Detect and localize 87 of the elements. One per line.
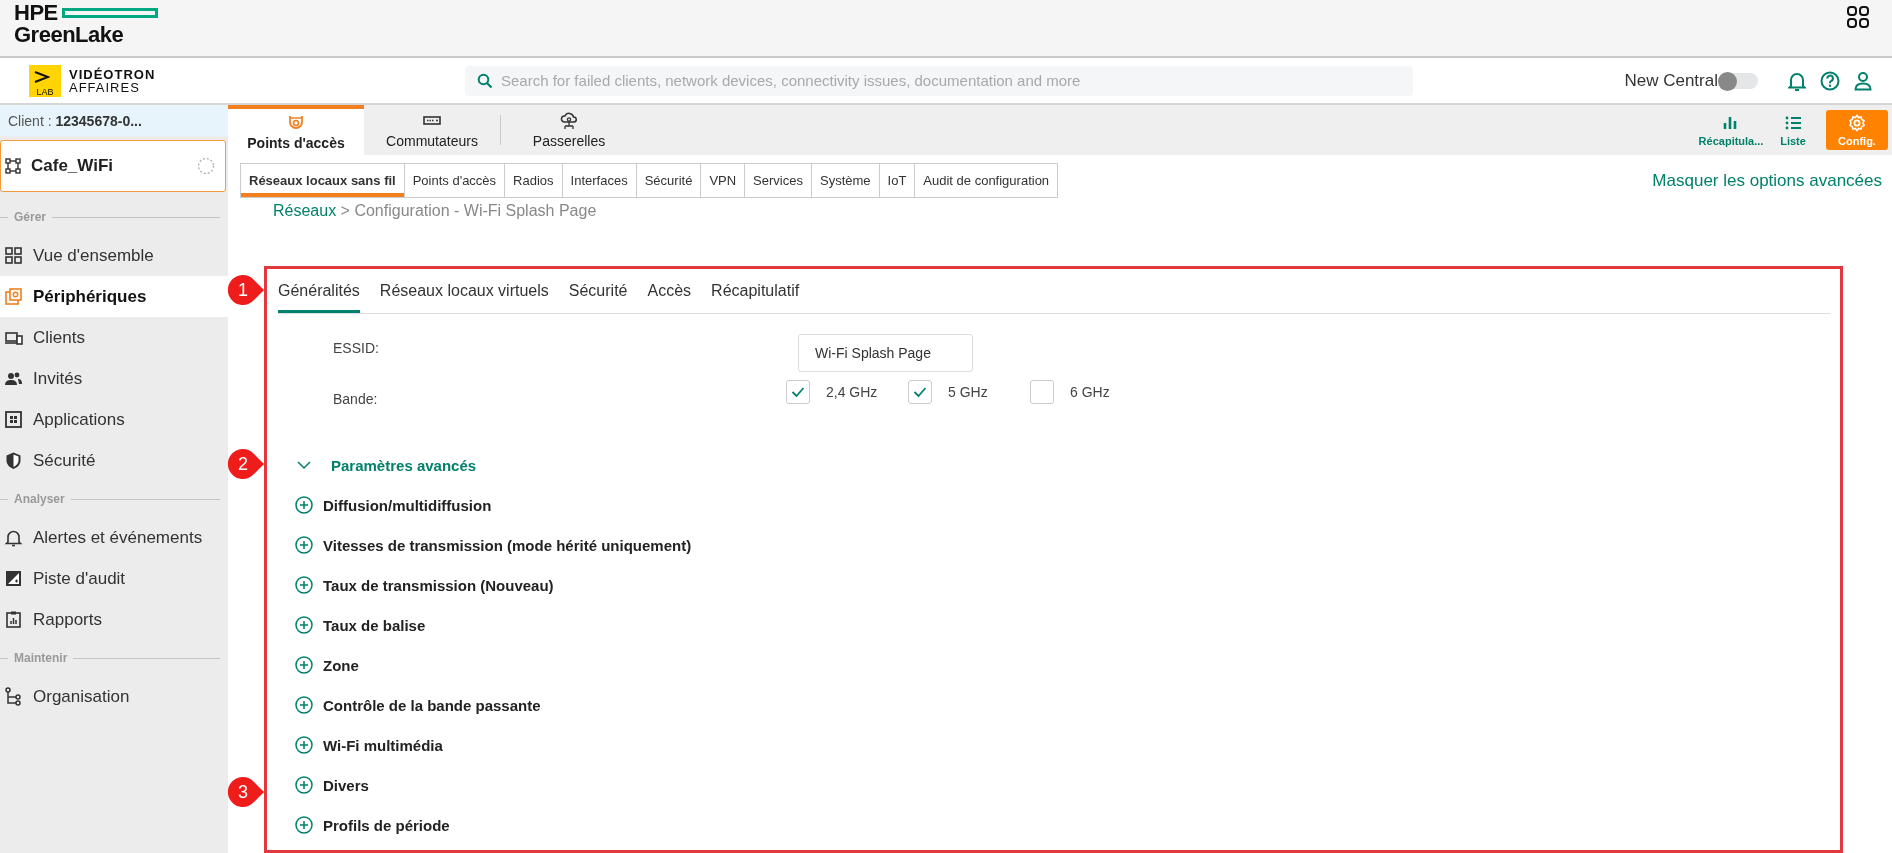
callout-marker: 2: [228, 449, 264, 479]
help-icon[interactable]: [1820, 70, 1840, 91]
site-selector[interactable]: Cafe_WiFi: [0, 140, 226, 192]
search-icon: [477, 72, 493, 89]
company-logo: LAB: [29, 64, 61, 97]
checkbox[interactable]: [1030, 380, 1054, 404]
sidebar-item[interactable]: Sécurité: [0, 440, 228, 481]
accordion-header[interactable]: Paramètres avancés: [295, 445, 477, 485]
company-name: AFFAIRES: [69, 80, 141, 94]
checkbox-label: 2,4 GHz: [826, 384, 878, 400]
advanced-options-link[interactable]: Masquer les options avancées: [1652, 170, 1882, 191]
apps-icon: [4, 410, 23, 429]
access-point-icon: [287, 113, 305, 132]
bell-icon: [4, 528, 23, 547]
accordion-item[interactable]: Divers: [295, 765, 369, 805]
report-icon: [4, 610, 23, 629]
section-title: Maintenir: [14, 651, 68, 665]
bell-icon[interactable]: [1788, 70, 1806, 91]
field-label: ESSID:: [333, 340, 380, 356]
toggle-switch[interactable]: [1720, 72, 1758, 89]
form-tab[interactable]: Réseaux locaux virtuels: [379, 269, 549, 313]
plus-circle-icon: [295, 656, 313, 674]
accordion-item[interactable]: Profils de période: [295, 805, 450, 845]
sidebar-item[interactable]: Clients: [0, 317, 228, 358]
check-icon: [791, 386, 805, 398]
devices-icon: [4, 287, 23, 306]
audit-icon: [4, 569, 23, 588]
cloud-gateway-icon: [560, 111, 578, 130]
plus-circle-icon: [295, 576, 313, 594]
sidebar-item[interactable]: Alertes et événements: [0, 517, 228, 558]
shield-icon: [4, 451, 23, 470]
form-tab[interactable]: Accès: [647, 269, 692, 313]
user-icon[interactable]: [1854, 70, 1872, 91]
checkbox-label: 5 GHz: [948, 384, 988, 400]
breadcrumb-link[interactable]: Réseaux: [273, 202, 337, 219]
view-button[interactable]: Liste: [1764, 110, 1822, 150]
field-label: Bande:: [333, 390, 379, 407]
sidebar-item[interactable]: Organisation: [0, 676, 228, 717]
plus-circle-icon: [295, 536, 313, 554]
sidebar-item[interactable]: Applications: [0, 399, 228, 440]
accordion-item[interactable]: Zone: [295, 645, 359, 685]
accordion-item[interactable]: Taux de transmission (Nouveau): [295, 565, 554, 605]
form-tab[interactable]: Généralités: [278, 269, 360, 313]
toggle-label: New Central: [1624, 70, 1718, 91]
hierarchy-icon: [4, 687, 23, 706]
input-field[interactable]: Wi-Fi Splash Page: [798, 334, 973, 372]
search-field[interactable]: Search for failed clients, network devices, connectivity issues, documentation and more: [465, 65, 1413, 96]
form-tab[interactable]: Récapitulatif: [711, 269, 800, 313]
plus-circle-icon: [295, 696, 313, 714]
sidebar-item[interactable]: Vue d'ensemble: [0, 235, 228, 276]
check-icon: [913, 386, 927, 398]
plus-circle-icon: [295, 776, 313, 794]
sidebar-item[interactable]: Invités: [0, 358, 228, 399]
loading-icon: [197, 157, 215, 175]
accordion-item[interactable]: Vitesses de transmission (mode hérité uniquement): [295, 525, 692, 565]
company-name: VIDÉOTRON: [69, 67, 156, 81]
breadcrumb-text: > Configuration - Wi-Fi Splash Page: [340, 202, 597, 219]
sidebar-item[interactable]: Périphériques: [0, 276, 228, 317]
accordion-item[interactable]: Taux de balise: [295, 605, 426, 645]
accordion-item[interactable]: Wi-Fi multimédia: [295, 725, 443, 765]
site-icon: [5, 158, 21, 174]
brand-name: GreenLake: [14, 24, 125, 46]
plus-circle-icon: [295, 816, 313, 834]
form-tab[interactable]: Sécurité: [568, 269, 628, 313]
app-grid-icon[interactable]: [1846, 5, 1870, 29]
grid-icon: [4, 246, 23, 265]
plus-circle-icon: [295, 736, 313, 754]
device-tab[interactable]: Commutateurs: [364, 105, 500, 155]
checkbox-label: 6 GHz: [1070, 384, 1110, 400]
checkbox[interactable]: [786, 380, 810, 404]
section-title: Analyser: [14, 492, 65, 506]
plus-circle-icon: [295, 616, 313, 634]
brand-name: HPE: [14, 2, 58, 24]
device-tab[interactable]: Passerelles: [501, 105, 637, 155]
accordion-item[interactable]: Diffusion/multidiffusion: [295, 485, 492, 525]
callout-marker: 1: [228, 275, 264, 305]
checkbox[interactable]: [908, 380, 932, 404]
sidebar-item[interactable]: Piste d'audit: [0, 558, 228, 599]
callout-marker: 3: [228, 777, 264, 807]
sidebar-item[interactable]: Rapports: [0, 599, 228, 640]
accordion-item[interactable]: Contrôle de la bande passante: [295, 685, 541, 725]
device-tab[interactable]: Points d'accès: [228, 105, 364, 155]
plus-circle-icon: [295, 496, 313, 514]
config-tab[interactable]: Réseaux locaux sans fil: [241, 164, 405, 197]
settings-icon: [1848, 113, 1866, 132]
client-id: Client : 12345678-0...: [8, 112, 142, 129]
section-title: Gérer: [14, 210, 47, 224]
